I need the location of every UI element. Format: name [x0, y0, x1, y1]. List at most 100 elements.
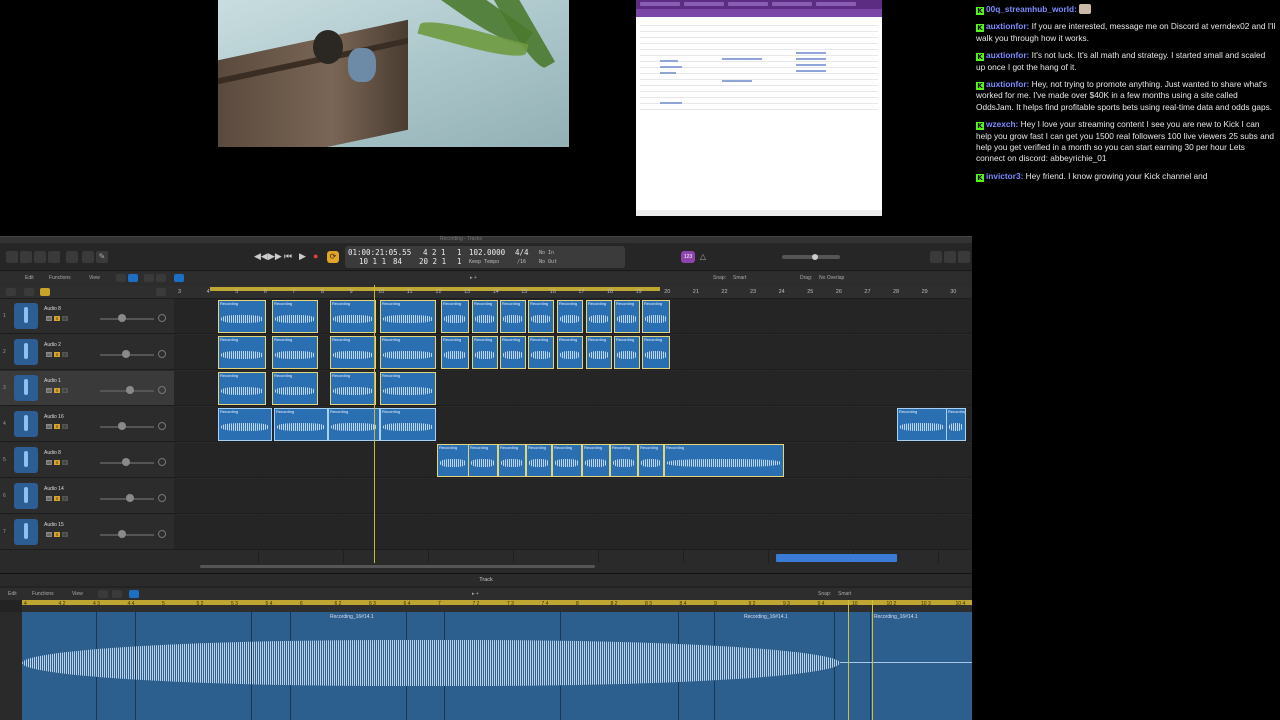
chat-username[interactable]: 00q_streamhub_world:	[986, 4, 1077, 14]
audio-region[interactable]: Recording	[500, 336, 526, 369]
audio-region[interactable]: Recording	[218, 300, 266, 333]
solo-button[interactable]: S	[54, 496, 60, 501]
track-lane[interactable]: Recording Recording Recording Recording	[174, 371, 972, 406]
editors-button[interactable]	[82, 251, 94, 263]
mute-button[interactable]: M	[46, 532, 52, 537]
audio-region[interactable]: Recording	[528, 336, 554, 369]
track-lane[interactable]	[174, 515, 972, 550]
functions-menu[interactable]: Functions	[49, 275, 71, 281]
track-lane[interactable]: Recording Recording Recording Recording Reco…	[174, 335, 972, 370]
inspector-button[interactable]	[20, 251, 32, 263]
pan-knob[interactable]	[158, 314, 166, 322]
audio-region[interactable]: Recording	[272, 300, 318, 333]
track-lane[interactable]: Recording Recording Recording Recording Reco…	[174, 407, 972, 442]
track-header[interactable]: 2 Audio 2 MSR	[0, 335, 174, 370]
track-name[interactable]: Audio 8	[44, 306, 61, 312]
automation-button[interactable]	[156, 274, 166, 282]
track-lane[interactable]: Recording Recording Recording Recording Reco…	[174, 299, 972, 334]
snap-select[interactable]: Smart	[733, 275, 746, 281]
audio-region[interactable]: Recording	[380, 336, 436, 369]
track-header[interactable]: 4 Audio 16 M S R	[0, 407, 174, 442]
volume-slider-knob[interactable]	[118, 314, 126, 322]
toolbar-button[interactable]	[34, 251, 46, 263]
audio-region[interactable]: Recording	[897, 408, 947, 441]
audio-region[interactable]: Recording	[642, 336, 670, 369]
record-enable-button[interactable]: R	[62, 424, 68, 429]
browsers-button[interactable]	[958, 251, 970, 263]
audio-region[interactable]: Recording	[610, 444, 638, 477]
solo-button[interactable]: S	[54, 316, 60, 321]
pan-knob[interactable]	[158, 386, 166, 394]
mute-button[interactable]: M	[46, 388, 52, 393]
flex-button[interactable]	[128, 274, 138, 282]
solo-button[interactable]: S	[54, 424, 60, 429]
note-pad-button[interactable]	[944, 251, 956, 263]
editor-functions-menu[interactable]: Functions	[32, 591, 54, 597]
track-lane[interactable]	[174, 479, 972, 514]
chat-username[interactable]: auxtionfor:	[986, 79, 1029, 89]
audio-region[interactable]: Recording	[638, 444, 664, 477]
audio-region[interactable]: Recording	[528, 300, 554, 333]
audio-region[interactable]: Recording	[441, 300, 469, 333]
pointer-tool-icon[interactable]: ▸ +	[470, 275, 477, 281]
audio-region[interactable]: Recording	[614, 336, 640, 369]
cycle-icon[interactable]: ⟳	[327, 251, 339, 263]
volume-slider-knob[interactable]	[126, 386, 134, 394]
audio-region[interactable]: Recording	[380, 408, 436, 441]
volume-slider[interactable]	[100, 318, 154, 320]
metronome-icon[interactable]: △	[697, 251, 709, 263]
record-enable-button[interactable]: R	[62, 532, 68, 537]
global-tracks-button[interactable]	[156, 288, 166, 296]
track-lane[interactable]: Recording Recording Recording Recording Reco…	[174, 443, 972, 478]
editor-flex-button[interactable]	[129, 590, 139, 598]
audio-region[interactable]: Recording	[664, 444, 784, 477]
volume-slider-knob[interactable]	[126, 494, 134, 502]
rewind-icon[interactable]: ◀◀	[254, 251, 268, 262]
pan-knob[interactable]	[158, 350, 166, 358]
track-name[interactable]: Audio 8	[44, 450, 61, 456]
pan-knob[interactable]	[158, 494, 166, 502]
forward-icon[interactable]: ▶▶	[268, 251, 282, 262]
mixer-button[interactable]	[66, 251, 78, 263]
track-name[interactable]: Audio 1	[44, 378, 61, 384]
audio-region[interactable]: Recording	[500, 300, 526, 333]
track-header[interactable]: 7 Audio 15 M S R	[0, 515, 174, 550]
audio-region[interactable]: Recording	[330, 300, 376, 333]
audio-region[interactable]: Recording	[437, 444, 469, 477]
pan-knob[interactable]	[158, 422, 166, 430]
master-volume-knob[interactable]	[812, 254, 818, 260]
solo-button[interactable]: S	[54, 352, 60, 357]
go-to-start-icon[interactable]: ⏮	[284, 251, 292, 262]
lcd-display[interactable]: 01:00:21:05.55 4 2 1 1 10 1 1 84 20 2 1 …	[345, 246, 625, 268]
track-name[interactable]: Audio 15	[44, 522, 64, 528]
chat-username[interactable]: auxtionfor:	[986, 21, 1029, 31]
solo-button[interactable]: S	[54, 532, 60, 537]
volume-slider-knob[interactable]	[122, 350, 130, 358]
audio-region[interactable]: Recording	[380, 300, 436, 333]
chat-username[interactable]: wzexch:	[986, 119, 1018, 129]
audio-region[interactable]: Recording	[380, 372, 436, 405]
edit-menu[interactable]: Edit	[25, 275, 34, 281]
audio-region[interactable]: Recording	[472, 300, 498, 333]
audio-region[interactable]: Recording	[272, 372, 318, 405]
editor-waveform[interactable]: Recording_16#14.1 Recording_16#14.1 Reco…	[22, 612, 972, 720]
audio-region[interactable]: Recording	[526, 444, 552, 477]
catch-button[interactable]	[116, 274, 126, 282]
audio-region[interactable]: Recording	[274, 408, 328, 441]
audio-region[interactable]: Recording	[582, 444, 610, 477]
add-track-button[interactable]	[6, 288, 16, 296]
record-enable-button[interactable]: R	[62, 388, 68, 393]
master-volume-slider[interactable]	[782, 255, 840, 259]
drag-select[interactable]: No Overlap	[819, 275, 844, 281]
horizontal-scrollbar[interactable]	[200, 565, 595, 568]
editor-ruler[interactable]: 4 4 2 4 3 4 4 5 5 2 5 3 5 4 6 6 2 6 3 6 4 7 7 2 7 3 7 4…	[22, 600, 972, 612]
editor-pointer-icon[interactable]: ▸ +	[472, 591, 479, 597]
pan-knob[interactable]	[158, 530, 166, 538]
track-header[interactable]: 1 Audio 8 MSR	[0, 299, 174, 334]
pan-knob[interactable]	[158, 458, 166, 466]
audio-region[interactable]: Recording	[218, 408, 272, 441]
chat-username[interactable]: auxtionfor:	[986, 50, 1029, 60]
audio-region[interactable]: Recording	[468, 444, 498, 477]
mute-button[interactable]: M	[46, 496, 52, 501]
pencil-icon[interactable]: ✎	[96, 251, 108, 263]
